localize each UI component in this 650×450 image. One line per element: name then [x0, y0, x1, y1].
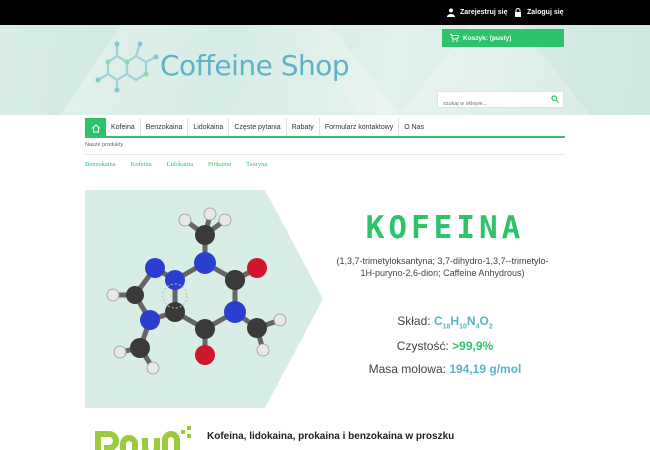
search-icon[interactable] — [551, 95, 559, 103]
main-nav: Kofeina Benzokaina Lidokaina Częste pyta… — [85, 118, 565, 138]
register-link[interactable]: Zarejestruj się — [447, 0, 507, 25]
product-formula: Skład: C18H10N4O2 — [340, 314, 550, 330]
product-synonyms: (1,3,7-trimetyloksantyna; 3,7-dihydro-1,… — [336, 256, 549, 278]
section-headline: Kofeina, lidokaina, prokaina i benzokain… — [207, 431, 455, 442]
register-label: Zarejestruj się — [460, 9, 508, 16]
product-molar-mass: Masa molowa: 194,19 g/mol — [340, 362, 550, 376]
nav-item-rabaty[interactable]: Rabaty — [287, 118, 320, 136]
home-icon — [91, 123, 100, 132]
nav-item-about[interactable]: O Nas — [399, 118, 429, 136]
caffeine-molecule-image — [85, 190, 323, 408]
product-banner — [85, 190, 325, 408]
purity-value: >99,9% — [452, 339, 494, 353]
mass-value: 194,19 g/mol — [449, 362, 522, 376]
payu-logo — [95, 426, 191, 450]
search-input[interactable] — [438, 96, 546, 112]
nav-item-faq[interactable]: Częste pytania — [229, 118, 287, 136]
home-button[interactable] — [85, 118, 106, 138]
nav-item-benzokaina[interactable]: Benzokaina — [141, 118, 189, 136]
subcategory-benzokaina[interactable]: Benzokaina — [85, 161, 116, 168]
mass-label: Masa molowa: — [368, 362, 446, 376]
subcategory-links: Benzokaina Kofeina Lidokaina Prokaina Ta… — [85, 161, 267, 168]
formula-label: Skład: — [397, 314, 431, 328]
login-link[interactable]: Zaloguj się — [514, 0, 564, 25]
logo-text[interactable]: Coffeine Shop — [160, 49, 350, 82]
subcategory-tauryna[interactable]: Tauryna — [246, 161, 267, 168]
nav-item-kofeina[interactable]: Kofeina — [106, 118, 141, 136]
subcategory-prokaina[interactable]: Prokaina — [208, 161, 231, 168]
top-bar: Zarejestruj się Zaloguj się — [0, 0, 650, 25]
login-label: Zaloguj się — [527, 9, 564, 16]
formula-value: C18H10N4O2 — [433, 314, 493, 331]
search-box — [437, 91, 564, 112]
nav-item-lidokaina[interactable]: Lidokaina — [188, 118, 230, 136]
lock-icon — [515, 8, 521, 17]
product-title: KOFEINA — [365, 210, 525, 246]
product-purity: Czystość: >99,9% — [340, 339, 550, 353]
purity-label: Czystość: — [396, 339, 449, 353]
cart-icon — [450, 34, 459, 42]
subcategory-kofeina[interactable]: Kofeina — [131, 161, 152, 168]
user-icon — [447, 8, 455, 17]
divider — [85, 154, 565, 155]
cart-button[interactable]: Koszyk: (pusty) — [442, 29, 564, 47]
nav-item-contact-form[interactable]: Formularz kontaktowy — [320, 118, 400, 136]
breadcrumb: Nasze produkty — [85, 142, 124, 148]
subcategory-lidokaina[interactable]: Lidokaina — [167, 161, 193, 168]
cart-label: Koszyk: (pusty) — [463, 34, 512, 42]
